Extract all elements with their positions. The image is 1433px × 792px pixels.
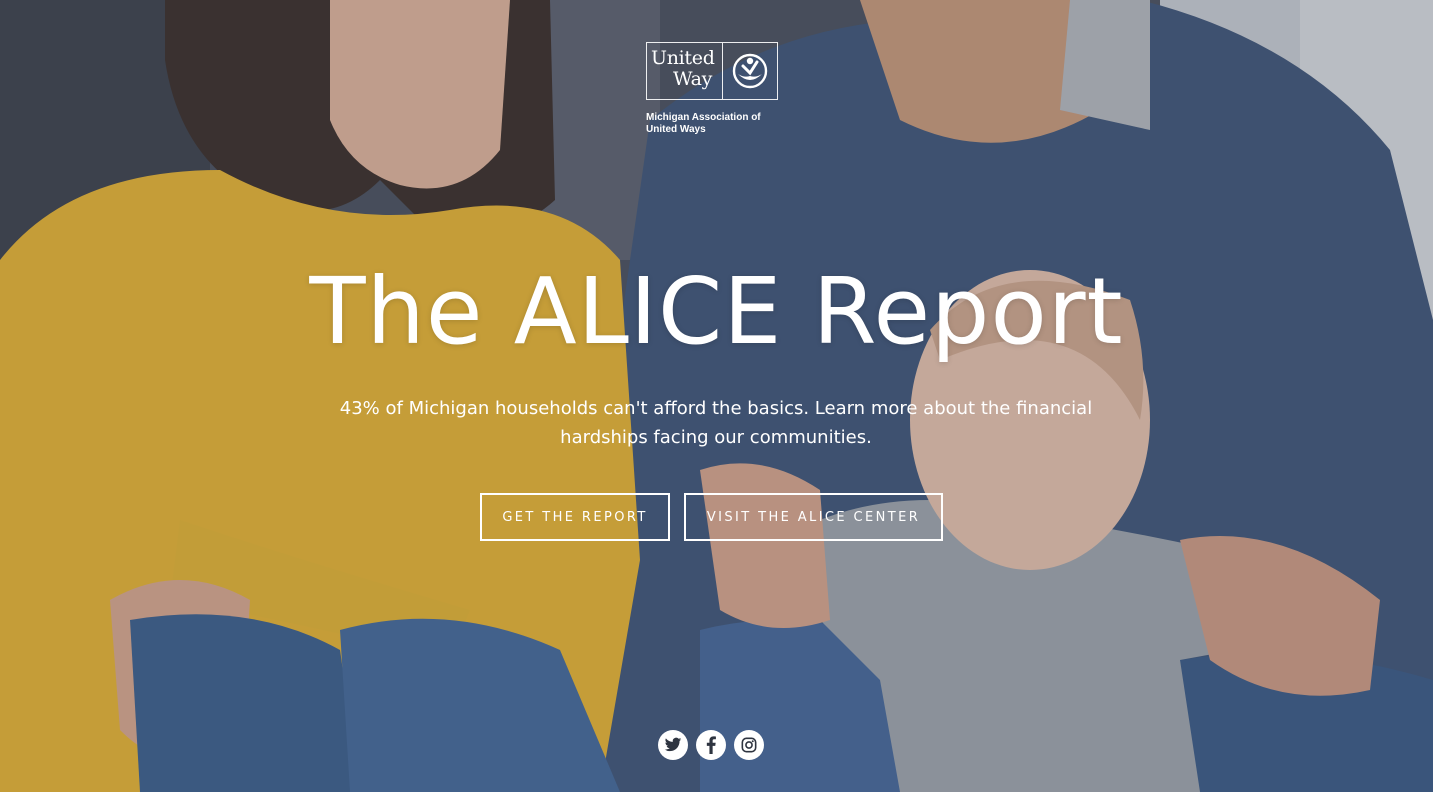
social-links: [658, 730, 764, 760]
logo-org-line2: United Ways: [646, 124, 706, 135]
hero-subtitle-line1: 43% of Michigan households can't afford …: [339, 398, 1093, 419]
logo-org-line1: Michigan Association of: [646, 112, 761, 123]
get-the-report-button[interactable]: GET THE REPORT: [480, 493, 670, 541]
instagram-icon[interactable]: [734, 730, 764, 760]
united-way-hand-icon: [723, 43, 777, 99]
logo-box: United Way: [646, 42, 778, 100]
facebook-icon[interactable]: [696, 730, 726, 760]
logo-word-united: United: [651, 47, 715, 69]
visit-alice-center-button[interactable]: VISIT THE ALICE CENTER: [684, 493, 943, 541]
logo-word-way: Way: [673, 68, 713, 90]
logo-organization-name: Michigan Association of United Ways: [646, 112, 786, 136]
twitter-icon[interactable]: [658, 730, 688, 760]
page-title: The ALICE Report: [309, 258, 1124, 365]
hero-subtitle: 43% of Michigan households can't afford …: [316, 394, 1116, 452]
united-way-logo[interactable]: United Way Michigan Association of Unite…: [646, 42, 778, 136]
hero-subtitle-line2: hardships facing our communities.: [560, 427, 872, 448]
hero-section: United Way Michigan Association of Unite…: [0, 0, 1433, 792]
logo-wordmark: United Way: [647, 43, 723, 99]
